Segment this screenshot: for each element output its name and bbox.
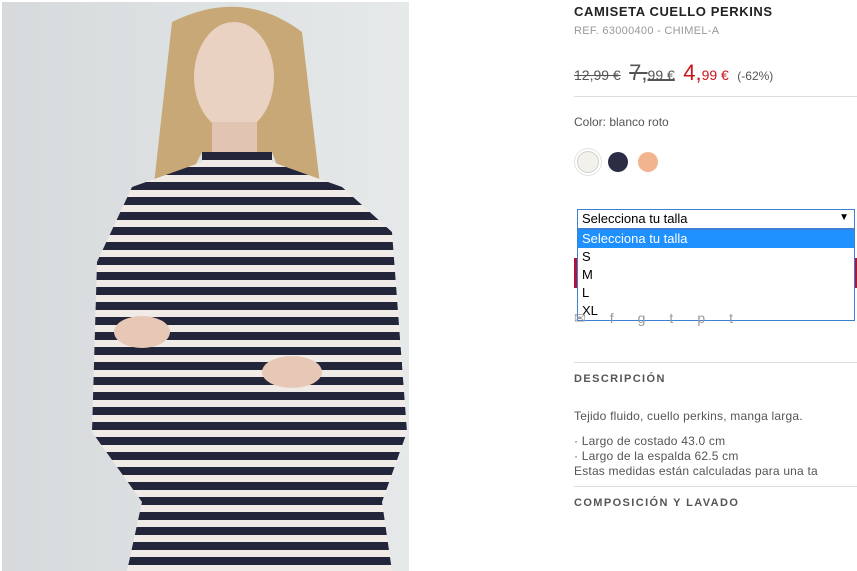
swatch-melocoton[interactable] bbox=[638, 152, 658, 172]
current-price: 4,99 € bbox=[683, 60, 729, 85]
description-heading[interactable]: DESCRIPCIÓN bbox=[574, 373, 666, 385]
measure-note: Estas medidas están calculadas para una … bbox=[574, 464, 818, 478]
composition-heading[interactable]: COMPOSICIÓN Y LAVADO bbox=[574, 497, 739, 509]
swatch-marino[interactable] bbox=[608, 152, 628, 172]
product-title: CAMISETA CUELLO PERKINS bbox=[574, 4, 773, 19]
size-select-value: Selecciona tu talla bbox=[582, 211, 688, 226]
size-dropdown[interactable]: Selecciona tu talla S M L XL bbox=[577, 229, 855, 321]
size-option[interactable]: Selecciona tu talla bbox=[578, 230, 854, 248]
google-plus-icon[interactable]: g bbox=[638, 310, 646, 327]
size-option[interactable]: L bbox=[578, 284, 854, 302]
size-select[interactable]: Selecciona tu talla ▼ bbox=[577, 209, 855, 229]
divider bbox=[574, 486, 857, 487]
divider bbox=[574, 362, 857, 363]
share-icons: ✉ f g t p t bbox=[574, 310, 733, 327]
measure-side-length: · Largo de costado 43.0 cm bbox=[574, 434, 726, 448]
model-image bbox=[2, 2, 409, 571]
tumblr-icon[interactable]: t bbox=[729, 310, 733, 327]
email-icon[interactable]: ✉ bbox=[574, 310, 586, 327]
size-option[interactable]: M bbox=[578, 266, 854, 284]
size-option[interactable]: S bbox=[578, 248, 854, 266]
swatch-blanco-roto[interactable] bbox=[578, 152, 598, 172]
description-body: Tejido fluido, cuello perkins, manga lar… bbox=[574, 409, 803, 423]
discount-badge: (-62%) bbox=[737, 69, 774, 83]
twitter-icon[interactable]: t bbox=[669, 310, 673, 327]
divider bbox=[574, 96, 857, 97]
measure-back-length: · Largo de la espalda 62.5 cm bbox=[574, 449, 739, 463]
previous-price: 7,99 € bbox=[629, 60, 675, 85]
product-reference: REF. 63000400 - CHIMEL-A bbox=[574, 25, 720, 37]
pinterest-icon[interactable]: p bbox=[697, 310, 705, 327]
color-swatches bbox=[578, 152, 658, 172]
facebook-icon[interactable]: f bbox=[610, 310, 614, 327]
chevron-down-icon: ▼ bbox=[839, 212, 849, 223]
product-photo bbox=[2, 2, 409, 571]
color-label: Color: blanco roto bbox=[574, 115, 669, 129]
price-block: 12,99 € 7,99 € 4,99 € (-62%) bbox=[574, 60, 773, 86]
original-price: 12,99 € bbox=[574, 67, 621, 83]
